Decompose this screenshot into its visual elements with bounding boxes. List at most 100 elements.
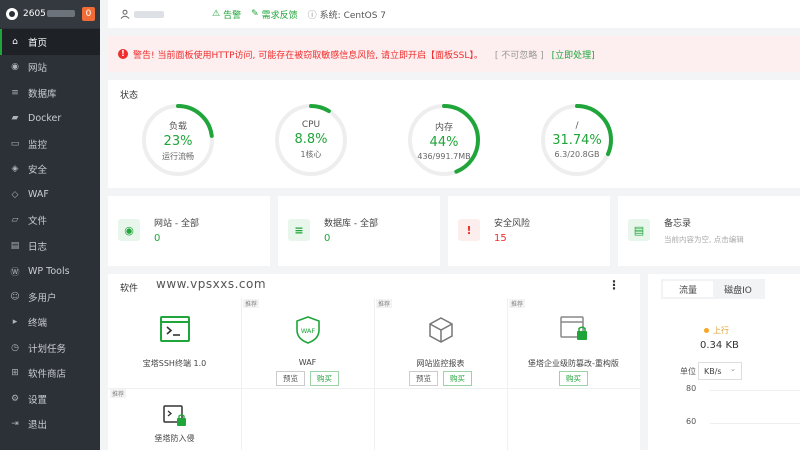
software-tile-ssh[interactable]: 宝塔SSH终端 1.0 (108, 298, 241, 388)
feedback-label: 需求反馈 (261, 10, 298, 21)
sidebar-item-label: 数据库 (28, 88, 57, 100)
alert-fix-link[interactable]: [立即处理] (552, 48, 595, 61)
sidebar-item-label: 安全 (28, 165, 48, 177)
log-icon: ▤ (10, 240, 20, 251)
sidebar-item[interactable]: ◷ 计划任务 (0, 335, 100, 361)
y-tick-label: 60 (686, 417, 697, 426)
tile-name: 堡塔防入侵 (154, 434, 195, 443)
card-title: 安全风险 (494, 219, 531, 229)
card-title: 数据库 - 全部 (324, 219, 378, 229)
waf-icon: ◇ (11, 189, 19, 200)
sidebar-item[interactable]: ◉ 网站 (0, 55, 100, 81)
status-gauge[interactable]: 负载 23% 运行流畅 (140, 102, 216, 178)
gauge-value: 23% (163, 133, 193, 149)
tab-traffic[interactable]: 流量 (663, 281, 713, 297)
sidebar-item[interactable]: ⚙ 设置 (0, 386, 100, 412)
tile-name: WAF (298, 358, 317, 367)
tab-disk-io[interactable]: 磁盘IO (713, 281, 763, 297)
warning-icon: ! (118, 49, 128, 59)
chevron-down-icon: ⌄ (730, 365, 736, 373)
chart-gridline (710, 390, 800, 391)
gauge-label: 内存 (434, 122, 453, 133)
summary-card[interactable]: ≡ 数据库 - 全部 0 (278, 196, 440, 266)
chart-gridline (710, 423, 800, 424)
alarm-icon: ⚠ (212, 9, 221, 19)
unit-select[interactable]: KB/s ⌄ (698, 362, 742, 380)
sidebar-item-label: 首页 (28, 37, 48, 49)
software-tile-tamper[interactable]: 推荐 堡塔企业级防篡改-重构版 购买 (507, 298, 640, 388)
server-hostname[interactable]: 2605 (23, 9, 79, 19)
status-title: 状态 (120, 91, 139, 101)
sidebar-item-label: 软件商店 (28, 369, 67, 381)
alarm-link[interactable]: ⚠ 告警 (212, 8, 241, 21)
tile-name: 堡塔企业级防篡改-重构版 (528, 359, 619, 368)
sidebar-item-label: 退出 (28, 420, 48, 432)
summary-card[interactable]: ! 安全风险 15 (448, 196, 610, 266)
shield-alert-icon: ! (458, 219, 480, 241)
sidebar-item[interactable]: ⌂ 首页 (0, 29, 100, 55)
sidebar-item[interactable]: ◈ 安全 (0, 157, 100, 183)
sidebar-item-label: 终端 (28, 318, 48, 330)
sidebar-item[interactable]: ◇ WAF (0, 182, 100, 208)
feedback-icon: ✎ (251, 9, 259, 19)
terminal-icon: ▸ (12, 317, 18, 328)
more-menu-icon[interactable]: ⋮ (608, 278, 620, 292)
users-icon: ☺ (10, 291, 20, 302)
status-gauge[interactable]: CPU 8.8% 1核心 (273, 102, 349, 178)
preview-button[interactable]: 预览 (409, 371, 438, 386)
sidebar-item[interactable]: ⊞ 软件商店 (0, 361, 100, 387)
summary-card[interactable]: ▤ 备忘录 当前内容为空, 点击编辑 (618, 196, 800, 266)
summary-card[interactable]: ◉ 网站 - 全部 0 (108, 196, 270, 266)
traffic-panel: 流量 磁盘IO 上行 0.34 KB 单位 KB/s ⌄ 80 60 (648, 274, 800, 450)
sidebar-item[interactable]: ▸ 终端 (0, 310, 100, 336)
store-icon: ⊞ (11, 368, 19, 379)
card-subtitle: 当前内容为空, 点击编辑 (664, 235, 744, 244)
software-panel: 软件 www.vpsxxs.com ⋮ 宝塔SSH终端 1.0 推荐 WAF W… (108, 274, 640, 450)
sidebar-item-label: 日志 (28, 241, 48, 253)
gauge-detail: 1核心 (300, 150, 322, 159)
gauge-value: 31.74% (552, 133, 602, 148)
preview-button[interactable]: 预览 (276, 371, 305, 386)
svg-text:WAF: WAF (300, 327, 315, 335)
memo-icon: ▤ (628, 219, 650, 241)
software-tile-waf[interactable]: 推荐 WAF WAF 预览 购买 (241, 298, 374, 388)
ssl-warning-alert: ! 警告! 当前面板使用HTTP访问, 可能存在被窃取敏感信息风险, 请立即开启… (108, 36, 800, 72)
gauge-label: CPU (301, 120, 321, 130)
status-gauge[interactable]: / 31.74% 6.3/20.8GB (539, 102, 615, 178)
software-tile-monitor[interactable]: 推荐 网站监控报表 预览 购买 (374, 298, 507, 388)
card-value: 0 (154, 233, 161, 244)
sidebar-item[interactable]: ⇥ 退出 (0, 412, 100, 438)
software-tile-intrusion[interactable]: 推荐 堡塔防入侵 (108, 388, 241, 450)
buy-button[interactable]: 购买 (559, 371, 588, 386)
sidebar-item[interactable]: ▰ Docker (0, 106, 100, 132)
notification-badge[interactable]: 0 (82, 7, 95, 21)
status-gauge[interactable]: 内存 44% 436/991.7MB (406, 102, 482, 178)
monitor-icon: ▭ (10, 138, 20, 149)
buy-button[interactable]: 购买 (443, 371, 472, 386)
recommend-tag: 推荐 (243, 299, 260, 308)
waf-shield-icon: WAF (295, 316, 320, 344)
sidebar-item[interactable]: ▱ 文件 (0, 208, 100, 234)
gauge-label: / (575, 121, 579, 131)
sidebar-item[interactable]: Ⓦ WP Tools (0, 259, 100, 285)
recommend-tag: 推荐 (376, 299, 393, 308)
recommend-tag: 推荐 (509, 299, 526, 308)
unit-label: 单位 (680, 367, 696, 376)
buy-button[interactable]: 购买 (310, 371, 339, 386)
gauge-label: 负载 (168, 121, 187, 132)
sidebar-item[interactable]: ☺ 多用户 (0, 284, 100, 310)
card-title: 网站 - 全部 (154, 219, 199, 229)
globe-icon: ◉ (118, 219, 140, 241)
upload-label: 上行 (713, 326, 729, 335)
feedback-link[interactable]: ✎ 需求反馈 (251, 8, 298, 21)
sidebar-item[interactable]: ≡ 数据库 (0, 80, 100, 106)
gauge-value: 8.8% (294, 132, 328, 147)
gauge-value: 44% (429, 134, 459, 150)
user-account[interactable] (120, 9, 164, 19)
sidebar-item[interactable]: ▤ 日志 (0, 233, 100, 259)
sidebar-item[interactable]: ▭ 监控 (0, 131, 100, 157)
sidebar-item-label: 多用户 (28, 292, 57, 304)
sidebar-header: 2605 0 (0, 0, 100, 28)
software-title: 软件 (120, 284, 139, 294)
upload-dot-icon (704, 328, 709, 333)
